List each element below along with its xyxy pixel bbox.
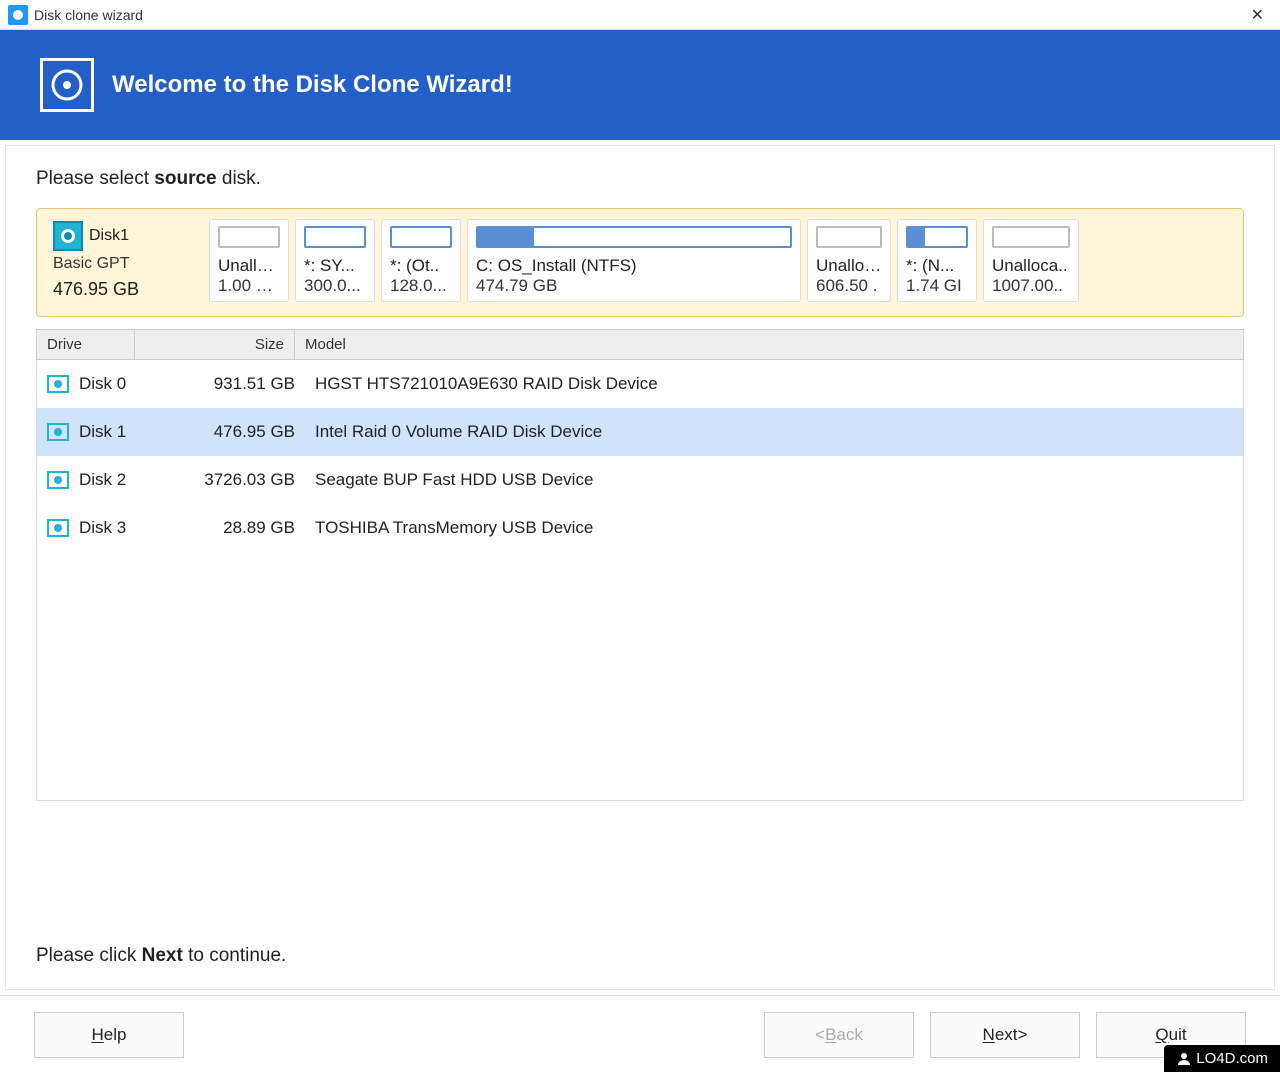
disk-icon bbox=[47, 471, 69, 489]
next-hint: Please click Next to continue. bbox=[36, 945, 286, 967]
partition-item[interactable]: Unalloc..606.50 . bbox=[807, 219, 891, 302]
partition-item[interactable]: Unalloca..1007.00.. bbox=[983, 219, 1079, 302]
banner-heading: Welcome to the Disk Clone Wizard! bbox=[112, 71, 513, 99]
row-drive: Disk 2 bbox=[79, 470, 145, 490]
watermark-text: LO4D.com bbox=[1196, 1050, 1268, 1067]
partition-size: 606.50 . bbox=[816, 276, 882, 296]
partition-bar bbox=[816, 226, 882, 248]
row-model: Seagate BUP Fast HDD USB Device bbox=[305, 470, 1233, 490]
partition-bar bbox=[906, 226, 968, 248]
table-row[interactable]: Disk 0931.51 GBHGST HTS721010A9E630 RAID… bbox=[37, 360, 1243, 408]
partition-bar bbox=[218, 226, 280, 248]
partition-bar bbox=[304, 226, 366, 248]
disk-table[interactable]: Disk 0931.51 GBHGST HTS721010A9E630 RAID… bbox=[37, 360, 1243, 800]
close-icon[interactable]: ✕ bbox=[1243, 3, 1272, 27]
disk-icon bbox=[47, 375, 69, 393]
wizard-banner: Welcome to the Disk Clone Wizard! bbox=[0, 30, 1280, 140]
row-size: 3726.03 GB bbox=[145, 470, 305, 490]
row-size: 931.51 GB bbox=[145, 374, 305, 394]
disc-icon bbox=[40, 58, 94, 112]
prompt-bold: source bbox=[154, 168, 216, 189]
row-model: Intel Raid 0 Volume RAID Disk Device bbox=[305, 422, 1233, 442]
partition-item[interactable]: *: (Ot..128.0... bbox=[381, 219, 461, 302]
row-model: HGST HTS721010A9E630 RAID Disk Device bbox=[305, 374, 1233, 394]
header-model[interactable]: Model bbox=[295, 330, 1243, 359]
select-prompt: Please select source disk. bbox=[36, 168, 1244, 190]
hint-pre: Please click bbox=[36, 945, 142, 966]
row-drive: Disk 1 bbox=[79, 422, 145, 442]
table-row[interactable]: Disk 328.89 GBTOSHIBA TransMemory USB De… bbox=[37, 504, 1243, 552]
back-button: <Back bbox=[764, 1012, 914, 1058]
disk-name: Disk1 bbox=[89, 227, 129, 245]
table-row[interactable]: Disk 1476.95 GBIntel Raid 0 Volume RAID … bbox=[37, 408, 1243, 456]
partition-size: 1.74 GI bbox=[906, 276, 968, 296]
partition-item[interactable]: *: SY...300.0... bbox=[295, 219, 375, 302]
selected-disk-panel: Disk1 Basic GPT 476.95 GB Unalloc..1.00 … bbox=[36, 208, 1244, 317]
titlebar: Disk clone wizard ✕ bbox=[0, 0, 1280, 30]
row-size: 28.89 GB bbox=[145, 518, 305, 538]
hint-post: to continue. bbox=[183, 945, 287, 966]
app-icon bbox=[8, 5, 28, 25]
next-button[interactable]: Next> bbox=[930, 1012, 1080, 1058]
partition-bar bbox=[390, 226, 452, 248]
table-row[interactable]: Disk 23726.03 GBSeagate BUP Fast HDD USB… bbox=[37, 456, 1243, 504]
partition-label: Unalloc.. bbox=[816, 256, 882, 276]
footer: Help <Back Next> Quit bbox=[0, 995, 1280, 1076]
partition-size: 300.0... bbox=[304, 276, 366, 296]
partition-bar bbox=[992, 226, 1070, 248]
row-model: TOSHIBA TransMemory USB Device bbox=[305, 518, 1233, 538]
partition-label: *: (Ot.. bbox=[390, 256, 452, 276]
row-drive: Disk 3 bbox=[79, 518, 145, 538]
partition-size: 474.79 GB bbox=[476, 276, 792, 296]
partition-item[interactable]: *: (N...1.74 GI bbox=[897, 219, 977, 302]
window-title: Disk clone wizard bbox=[34, 7, 143, 23]
row-drive: Disk 0 bbox=[79, 374, 145, 394]
partition-item[interactable]: Unalloc..1.00 MB bbox=[209, 219, 289, 302]
disk-size: 476.95 GB bbox=[53, 279, 201, 300]
disk-icon bbox=[53, 221, 83, 251]
prompt-post: disk. bbox=[217, 168, 261, 189]
watermark: LO4D.com bbox=[1164, 1045, 1280, 1072]
disk-type: Basic GPT bbox=[53, 255, 201, 273]
partition-label: C: OS_Install (NTFS) bbox=[476, 256, 792, 276]
partition-size: 1007.00.. bbox=[992, 276, 1070, 296]
prompt-pre: Please select bbox=[36, 168, 154, 189]
header-size[interactable]: Size bbox=[135, 330, 295, 359]
partition-item[interactable]: C: OS_Install (NTFS)474.79 GB bbox=[467, 219, 801, 302]
help-button[interactable]: Help bbox=[34, 1012, 184, 1058]
partition-label: Unalloca.. bbox=[992, 256, 1070, 276]
table-header: Drive Size Model bbox=[36, 329, 1244, 360]
partition-label: *: (N... bbox=[906, 256, 968, 276]
partition-label: Unalloc.. bbox=[218, 256, 280, 276]
partition-bar bbox=[476, 226, 792, 248]
partition-size: 128.0... bbox=[390, 276, 452, 296]
header-drive[interactable]: Drive bbox=[37, 330, 135, 359]
partition-size: 1.00 MB bbox=[218, 276, 280, 296]
row-size: 476.95 GB bbox=[145, 422, 305, 442]
partition-label: *: SY... bbox=[304, 256, 366, 276]
content-area: Please select source disk. Disk1 Basic G… bbox=[5, 145, 1275, 990]
hint-bold: Next bbox=[142, 945, 183, 966]
disk-icon bbox=[47, 423, 69, 441]
disk-info: Disk1 Basic GPT 476.95 GB bbox=[47, 219, 205, 302]
disk-icon bbox=[47, 519, 69, 537]
partition-list: Unalloc..1.00 MB*: SY...300.0...*: (Ot..… bbox=[209, 219, 1233, 302]
